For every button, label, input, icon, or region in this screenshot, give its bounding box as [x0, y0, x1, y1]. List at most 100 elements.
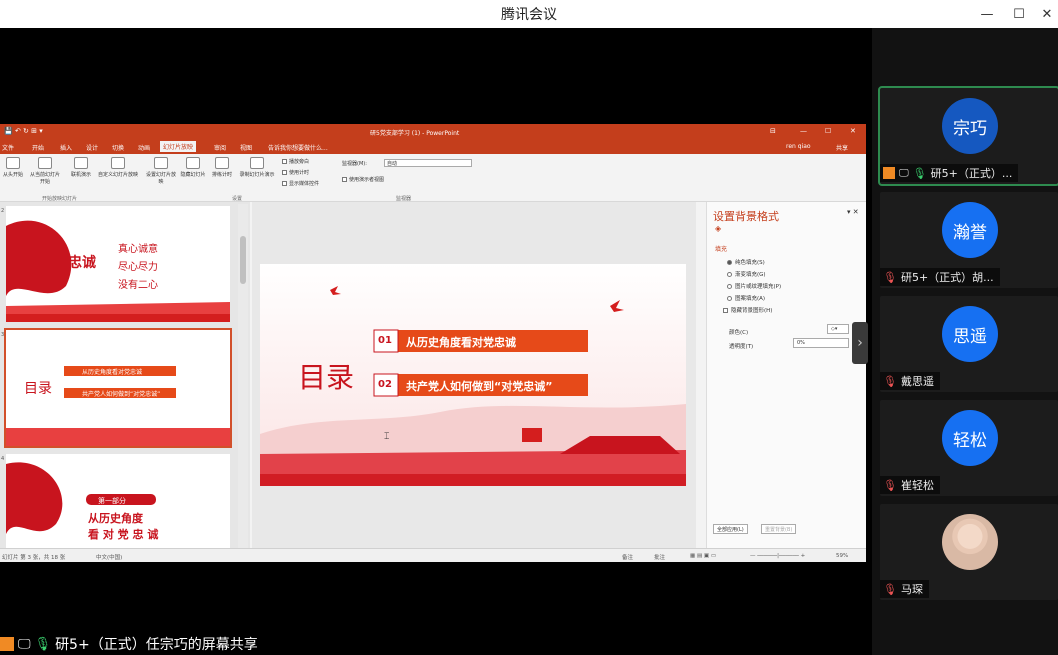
- collapse-panel-icon[interactable]: ›: [852, 322, 868, 364]
- format-background-pane: 设置背景格式 ◈ ▾ ✕ 填充 纯色填充(S) 渐变填充(G) 图片或纹理填充(…: [706, 202, 866, 548]
- from-current-button[interactable]: 从当前幻灯片开始: [28, 157, 62, 185]
- record-show-button[interactable]: 录制幻灯片演示: [238, 157, 276, 178]
- current-slide[interactable]: 目录 01 从历史角度看对党忠诚 02 共产党人如何做到“对党忠诚”: [260, 264, 686, 486]
- color-label: 颜色(C): [729, 330, 749, 336]
- participant-tile[interactable]: 🎙 马琛: [880, 504, 1058, 600]
- setup-show-button[interactable]: 设置幻灯片放映: [144, 157, 178, 185]
- close-icon[interactable]: ✕: [1030, 0, 1058, 28]
- pane-title: 设置背景格式: [713, 210, 779, 223]
- hide-background-check[interactable]: 隐藏背景图形(H): [723, 306, 772, 314]
- presenter-view-check[interactable]: 使用演示者视图: [342, 176, 384, 183]
- play-narrations-check[interactable]: 播放旁白: [282, 158, 309, 165]
- from-beginning-button[interactable]: 从头开始: [0, 157, 26, 178]
- thumbnail-slide-4[interactable]: 第一部分 从历史角度 看 对 党 忠 诚: [6, 454, 230, 548]
- participant-tile[interactable]: 轻松 🎙 崔轻松: [880, 400, 1058, 496]
- tab-file[interactable]: 文件: [2, 143, 14, 152]
- participant-tile[interactable]: 宗巧 🖵 🎙 研5+（正式）...: [878, 86, 1058, 186]
- mic-on-icon: 🎙: [34, 636, 52, 652]
- tab-insert[interactable]: 插入: [60, 143, 72, 152]
- language-status: 中文(中国): [96, 555, 123, 561]
- pane-close-icon[interactable]: ▾ ✕: [847, 208, 859, 216]
- reset-background-button[interactable]: 重置背景(B): [761, 524, 797, 534]
- share-button[interactable]: 共享: [836, 143, 848, 152]
- slide-thumbnails: 2 忠诚 真心诚意 尽心尽力 没有二心 3 目录 从历史角度看对党忠诚 共产党人…: [0, 202, 250, 548]
- participant-name: 戴思遥: [900, 375, 934, 388]
- gradient-fill-radio[interactable]: 渐变填充(G): [727, 270, 766, 278]
- avatar: 瀚誉: [942, 202, 998, 258]
- participant-tile[interactable]: 思遥 🎙 戴思遥: [880, 296, 1058, 392]
- ribbon-options-icon[interactable]: ⊟: [770, 127, 776, 135]
- color-picker-button[interactable]: ◇▾: [827, 324, 849, 334]
- tab-animations[interactable]: 动画: [138, 143, 150, 152]
- thumbnails-scrollbar[interactable]: [238, 204, 248, 548]
- notes-button[interactable]: 备注: [622, 553, 633, 561]
- online-present-button[interactable]: 联机演示: [66, 157, 96, 178]
- thumb-4-line: 看 对 党 忠 诚: [88, 528, 159, 541]
- show-media-controls-check[interactable]: 显示媒体控件: [282, 180, 319, 187]
- share-label-text: 研5+（正式）任宗巧的屏幕共享: [55, 637, 258, 653]
- tell-me-search[interactable]: 告诉我你想要做什么...: [268, 143, 328, 152]
- participant-name: 马琛: [900, 583, 923, 596]
- picture-fill-radio[interactable]: 图片或纹理填充(P): [727, 282, 781, 290]
- transparency-label: 透明度(T): [729, 344, 754, 350]
- tab-transitions[interactable]: 切换: [112, 143, 124, 152]
- fill-bucket-icon[interactable]: ◈: [715, 224, 721, 233]
- avatar: 宗巧: [942, 98, 998, 154]
- rehearse-timings-button[interactable]: 排练计时: [208, 157, 236, 178]
- ppt-minimize-icon[interactable]: —: [800, 127, 807, 135]
- zoom-slider[interactable]: — ──────|────── +: [750, 553, 805, 559]
- use-timings-check[interactable]: 使用计时: [282, 169, 309, 176]
- participant-nametag: 🎙 崔轻松: [880, 476, 940, 494]
- slide-item-num: 01: [378, 335, 392, 346]
- tab-review[interactable]: 审阅: [214, 143, 226, 152]
- monitor-dropdown[interactable]: 自动: [384, 159, 472, 167]
- participant-name: 研5+（正式）胡...: [900, 271, 994, 284]
- mouse-cursor-icon: ⌶: [384, 432, 390, 442]
- avatar: 思遥: [942, 306, 998, 362]
- group-start-slideshow: 开始放映幻灯片: [42, 196, 78, 202]
- participant-nametag: 🖵 🎙 研5+（正式）...: [880, 164, 1019, 182]
- monitor-label: 监视器(M):: [342, 161, 367, 167]
- fill-section-header[interactable]: 填充: [715, 244, 727, 253]
- participant-tile[interactable]: 瀚誉 🎙 研5+（正式）胡...: [880, 192, 1058, 288]
- tab-design[interactable]: 设计: [86, 143, 98, 152]
- thumbnail-slide-3[interactable]: 目录 从历史角度看对党忠诚 共产党人如何做到“对党忠诚”: [4, 328, 232, 448]
- mic-muted-icon: 🎙: [883, 270, 897, 284]
- thumb-3-line: 共产党人如何做到“对党忠诚”: [82, 391, 161, 398]
- ppt-maximize-icon[interactable]: ☐: [825, 127, 831, 135]
- transparency-input[interactable]: 0%: [793, 338, 849, 348]
- thumb-4-badge: 第一部分: [98, 497, 126, 505]
- view-icons[interactable]: ▦ ▤ ▣ ▭: [690, 553, 716, 559]
- ppt-doc-title: 研5党支部学习 (1) - PowerPoint: [370, 130, 460, 137]
- thumb-4-line: 从历史角度: [88, 512, 143, 525]
- thumb-3-title: 目录: [24, 381, 52, 397]
- slide-title: 目录: [298, 361, 355, 394]
- custom-show-button[interactable]: 自定义幻灯片放映: [98, 157, 138, 178]
- hide-slide-button[interactable]: 隐藏幻灯片: [180, 157, 206, 178]
- apply-all-button[interactable]: 全部应用(L): [713, 524, 748, 534]
- pattern-fill-radio[interactable]: 图案填充(A): [727, 294, 765, 302]
- slide-item-num: 02: [378, 379, 392, 390]
- mic-muted-icon: 🎙: [883, 478, 897, 492]
- minimize-icon[interactable]: —: [970, 0, 1004, 28]
- solid-fill-radio[interactable]: 纯色填充(S): [727, 258, 765, 266]
- group-setup: 设置: [232, 196, 243, 202]
- user-name[interactable]: ren qiao: [786, 143, 811, 150]
- mic-on-icon: 🎙: [912, 166, 927, 180]
- thumb-2-title: 忠诚: [68, 255, 96, 271]
- tab-view[interactable]: 视图: [240, 143, 252, 152]
- tab-slideshow[interactable]: 幻灯片放映: [160, 141, 197, 152]
- tab-home[interactable]: 开始: [32, 143, 44, 152]
- participant-nametag: 🎙 马琛: [880, 580, 929, 598]
- host-icon: [883, 167, 895, 179]
- thumb-num: 2: [1, 208, 5, 214]
- ppt-title-bar: 💾 ↶ ↻ ⊞ ▾ 研5党支部学习 (1) - PowerPoint ⊟ — ☐…: [0, 124, 866, 140]
- tencent-meeting-window: 腾讯会议 — ☐ ✕ 💾 ↶ ↻ ⊞ ▾ 研5党支部学习 (1) - Power…: [0, 0, 1058, 655]
- thumb-3-line: 从历史角度看对党忠诚: [82, 369, 143, 376]
- quick-access-icons[interactable]: 💾 ↶ ↻ ⊞ ▾: [4, 127, 43, 135]
- comments-button[interactable]: 批注: [654, 553, 665, 561]
- zoom-level[interactable]: 59%: [836, 553, 848, 559]
- ppt-close-icon[interactable]: ✕: [850, 127, 856, 135]
- avatar-photo: [942, 514, 998, 570]
- thumbnail-slide-2[interactable]: 忠诚 真心诚意 尽心尽力 没有二心: [6, 206, 230, 322]
